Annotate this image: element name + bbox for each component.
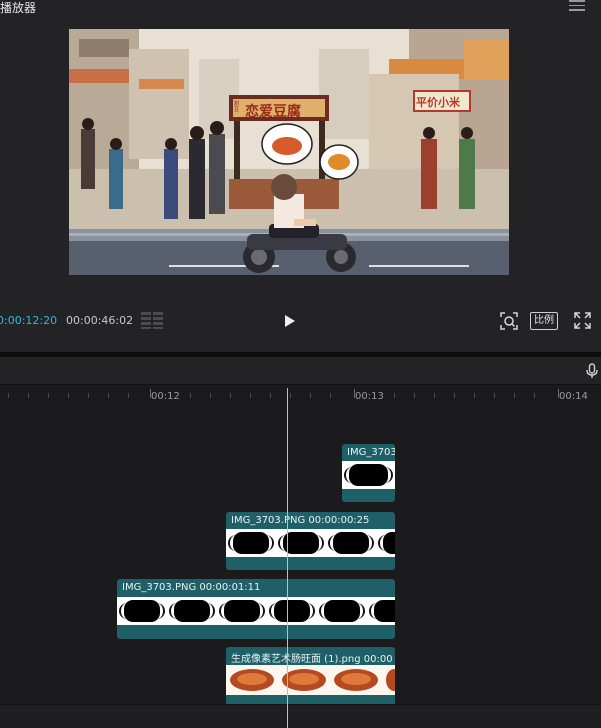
player-panel: 播放器 恋爱豆腐 甜豆 平价小米 0:00:12:20 00:00:46:02 …: [0, 0, 601, 352]
timeline-clip[interactable]: IMG_3703.PNG 00:00:01:11: [117, 579, 395, 639]
clip-thumbnails: [117, 597, 395, 625]
clip-label: IMG_3703.PNG 00:00:01:11: [122, 582, 261, 593]
video-preview[interactable]: 恋爱豆腐 甜豆 平价小米: [69, 29, 509, 275]
playhead[interactable]: [287, 388, 288, 728]
timeline-toolbar: [0, 357, 601, 385]
menu-icon[interactable]: [569, 0, 585, 12]
aspect-ratio-button[interactable]: 比例: [530, 312, 558, 330]
microphone-icon[interactable]: [586, 363, 598, 379]
panel-title: 播放器: [0, 1, 37, 15]
ruler-label: 00:12: [151, 391, 180, 402]
food-thumbnails: [230, 669, 395, 691]
clip-thumbnails: [226, 529, 395, 557]
stall-sign-small: 甜豆: [234, 101, 240, 113]
ruler-label: 00:13: [355, 391, 384, 402]
clip-thumbnails: [226, 665, 395, 695]
grid-icon[interactable]: [141, 312, 163, 329]
play-icon[interactable]: [283, 314, 297, 328]
focus-icon[interactable]: [500, 312, 518, 330]
clip-label: IMG_3703.PNG 00:00:00:25: [231, 515, 370, 526]
fullscreen-icon[interactable]: [574, 312, 591, 329]
timeline-clip[interactable]: IMG_3703.PNG 00:00:00:25: [226, 512, 395, 570]
time-ruler[interactable]: 00:12 00:13 00:14: [0, 386, 601, 408]
current-time: 00:00:12:20: [0, 314, 58, 327]
ruler-label: 00:14: [559, 391, 588, 402]
timeline-clip[interactable]: 生成像素艺术肠旺面 (1).png 00:00: [226, 647, 395, 707]
stall-sign: 恋爱豆腐: [245, 104, 301, 120]
timeline-clip[interactable]: IMG_3703: [342, 444, 395, 502]
timeline-scrollbar[interactable]: [0, 704, 601, 728]
clip-label: IMG_3703: [347, 447, 395, 458]
clip-label: 生成像素艺术肠旺面 (1).png 00:00: [231, 654, 393, 665]
clip-thumbnails: [342, 461, 395, 489]
shop-sign: 平价小米: [416, 96, 460, 109]
total-time: 00:00:46:02: [66, 314, 134, 327]
preview-frame: [69, 29, 509, 275]
player-controls: 00:00:12:20 00:00:46:02 比例: [0, 306, 601, 336]
